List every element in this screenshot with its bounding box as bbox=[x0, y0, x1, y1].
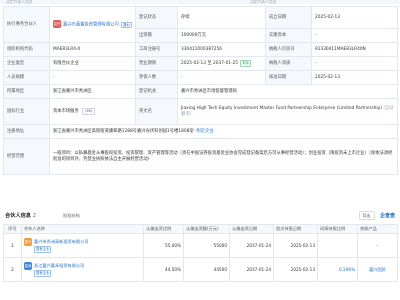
paid-label: 实缴资本 bbox=[265, 28, 312, 43]
row-amount: 55000 bbox=[183, 233, 230, 258]
taxpayer-qual-label: 纳税人资质 bbox=[265, 56, 312, 71]
address-cell: 浙江省嘉兴市秀洲区高照街道康和路1288号嘉兴光伏科创园1号楼1808室- 附近… bbox=[49, 124, 398, 139]
biz-term-value: 2025-02-13 至 2037-01-25 bbox=[181, 61, 238, 67]
qichacha-logo: 企查查 bbox=[379, 212, 395, 219]
col-indirect: 间接持股比例 bbox=[317, 224, 358, 234]
partner-avatar: 嘉兴 bbox=[24, 238, 32, 247]
staff-value: - bbox=[49, 70, 136, 85]
ent-type-value: 有限合伙企业 bbox=[49, 56, 136, 71]
en-name-cell: Jiaxing High Tech Equity Investment Mast… bbox=[177, 98, 398, 125]
reg-no-value: 330411000387256 bbox=[177, 42, 266, 57]
taxpayer-qual-value: - bbox=[311, 56, 398, 71]
row-related: - bbox=[357, 233, 398, 258]
row-date: 2037-01-24 bbox=[229, 257, 274, 282]
scope-value: 一般项目：以私募基金从事股权投资、投资管理、资产管理等活动（须在中国证券投资基金… bbox=[49, 138, 398, 175]
top-strip-right: 法定代表人信息 bbox=[250, 0, 277, 4]
insured-value: - bbox=[177, 70, 266, 85]
partner-section-header: 合伙人信息 2 股权结构 导出 企查查 bbox=[3, 209, 397, 221]
row-ratio: 44.50% bbox=[143, 257, 184, 282]
region-value: 浙江省嘉兴市秀洲区 bbox=[49, 84, 136, 99]
partner-avatar: 嘉睿 bbox=[24, 262, 32, 271]
table-row: 2 嘉睿 浙江嘉兴嘉禾投资有限公司 国有企业 44.50% 44500 2037-… bbox=[3, 257, 398, 282]
status-label: 登记状态 bbox=[135, 6, 178, 29]
ownership-tag: 国有企业 bbox=[34, 246, 52, 253]
row-ratio: 55.00% bbox=[143, 233, 184, 258]
org-code-value: MAE83LR4-0 bbox=[49, 42, 136, 57]
section-title-text: 合伙人信息 bbox=[5, 213, 31, 219]
est-date-value: 2025-02-13 bbox=[311, 6, 398, 29]
capital-value: 100000万元 bbox=[177, 28, 266, 43]
col-date: 认缴出资日期 bbox=[229, 224, 274, 234]
col-first: 首次持股日期 bbox=[273, 224, 318, 234]
approval-date-label: 核准日期 bbox=[265, 70, 312, 85]
insured-label: 参保人数 bbox=[135, 70, 178, 85]
partner-label: 执行事务合伙人 bbox=[3, 6, 50, 43]
partner-avatar: 嘉兴 bbox=[53, 20, 61, 29]
col-name: 合伙人名称 bbox=[21, 224, 144, 234]
row-indirect bbox=[317, 233, 358, 258]
region-label: 所属地区 bbox=[3, 84, 50, 99]
partner-tag: 疑似 bbox=[121, 21, 132, 29]
section-actions: 导出 企查查 bbox=[356, 210, 395, 220]
partners-table: 序号 合伙人名称 认缴出资比例 认缴出资额(万元) 认缴出资日期 首次持股日期 … bbox=[3, 224, 398, 282]
row-name-cell: 嘉兴 嘉兴市秀洲高新投资有限公司 国有企业 bbox=[21, 233, 144, 258]
capital-label: 出资额 bbox=[135, 28, 178, 43]
top-strip-left: 法定代表人信息 bbox=[6, 0, 33, 4]
address-label: 注册地址 bbox=[3, 124, 50, 139]
business-info-table: 执行事务合伙人 嘉兴 嘉兴市嘉睿投资管理有限公司 疑似 登记状态 存续 成立日期 … bbox=[3, 6, 398, 175]
row-first: 2025-02-13 bbox=[273, 233, 318, 258]
equity-structure-link[interactable]: 股权结构 bbox=[63, 213, 80, 219]
table-row: 1 嘉兴 嘉兴市秀洲高新投资有限公司 国有企业 55.00% 55000 2037… bbox=[3, 233, 398, 258]
scope-label: 经营范围 bbox=[3, 138, 50, 175]
row-no: 2 bbox=[3, 257, 22, 282]
section-title: 合伙人信息 2 bbox=[5, 212, 36, 219]
biz-term-label: 营业期限 bbox=[135, 56, 178, 71]
col-no: 序号 bbox=[3, 224, 22, 234]
partner-cell: 嘉兴 嘉兴市嘉睿投资管理有限公司 疑似 bbox=[49, 6, 136, 43]
biz-term-tag: 剩余 bbox=[240, 60, 251, 67]
row-date: 2037-01-24 bbox=[229, 233, 274, 258]
industry-value: 资本市场服务 bbox=[53, 109, 79, 114]
approval-date-value: 2025-02-13 bbox=[311, 70, 398, 85]
industry-label: 国标行业 bbox=[3, 98, 50, 125]
reg-no-label: 工商注册号 bbox=[135, 42, 178, 57]
section-count: 2 bbox=[32, 213, 37, 219]
partner-name-link[interactable]: 嘉兴市嘉睿投资管理有限公司 bbox=[63, 23, 119, 28]
col-related: 关联产品 bbox=[357, 224, 398, 234]
nearby-link[interactable]: 附近企业 bbox=[197, 129, 214, 134]
biz-term-cell: 2025-02-13 至 2037-01-25 剩余 bbox=[177, 56, 266, 71]
en-name-label: 英文名 bbox=[135, 98, 178, 125]
industry-cell: 资本市场服务 (66) bbox=[49, 98, 136, 125]
row-first: 2025-02-13 bbox=[273, 257, 318, 282]
partners-header-row: 序号 合伙人名称 认缴出资比例 认缴出资额(万元) 认缴出资日期 首次持股日期 … bbox=[3, 224, 398, 234]
org-code-label: 组织机构代码 bbox=[3, 42, 50, 57]
paid-value: - bbox=[311, 28, 398, 43]
authority-label: 登记机关 bbox=[135, 84, 178, 99]
row-amount: 44500 bbox=[183, 257, 230, 282]
row-indirect[interactable]: 0.296% bbox=[317, 257, 358, 282]
taxpayer-id-value: 91330411MAE83LR40N bbox=[311, 42, 398, 57]
est-date-label: 成立日期 bbox=[265, 6, 312, 29]
industry-chip[interactable]: (66) bbox=[82, 108, 96, 115]
ownership-tag: 国有企业 bbox=[34, 270, 52, 277]
en-name-value: Jiaxing High Tech Equity Investment Mast… bbox=[181, 105, 382, 111]
status-value: 存续 bbox=[177, 6, 266, 29]
row-no: 1 bbox=[3, 233, 22, 258]
export-button[interactable]: 导出 bbox=[358, 210, 375, 220]
authority-value: 嘉兴市秀洲区市场监督管理局 bbox=[177, 84, 398, 99]
row-related-link[interactable]: 嘉兴国资 bbox=[357, 257, 398, 282]
partner-name-link[interactable]: 嘉兴市秀洲高新投资有限公司 bbox=[34, 239, 88, 244]
col-amount: 认缴出资额(万元) bbox=[183, 224, 230, 234]
taxpayer-id-label: 纳税人识别号 bbox=[265, 42, 312, 57]
ent-type-label: 企业类型 bbox=[3, 56, 50, 71]
row-name-cell: 嘉睿 浙江嘉兴嘉禾投资有限公司 国有企业 bbox=[21, 257, 144, 282]
top-strip: 法定代表人信息 法定代表人信息 bbox=[0, 0, 400, 4]
col-ratio: 认缴出资比例 bbox=[143, 224, 184, 234]
staff-label: 人员规模 bbox=[3, 70, 50, 85]
partner-name-link[interactable]: 浙江嘉兴嘉禾投资有限公司 bbox=[34, 263, 84, 268]
address-value: 浙江省嘉兴市秀洲区高照街道康和路1288号嘉兴光伏科创园1号楼1808室- bbox=[53, 128, 196, 134]
